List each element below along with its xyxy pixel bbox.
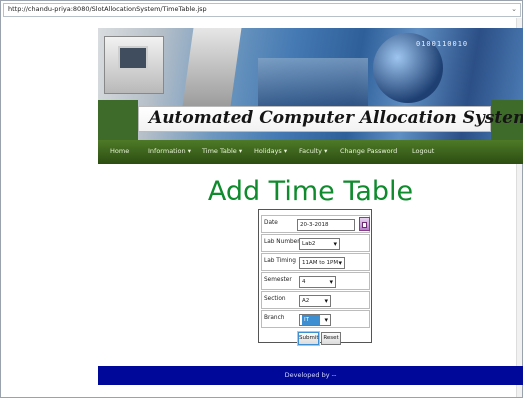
site-title: Automated Computer Allocation System bbox=[149, 108, 523, 128]
main-nav: Home Information ▾ Time Table ▾ Holidays… bbox=[98, 140, 523, 164]
grass-left-decoration bbox=[98, 100, 138, 140]
branch-value: IT bbox=[302, 315, 320, 325]
people-silhouette-image bbox=[258, 58, 368, 108]
footer-text: Developed by -- bbox=[284, 371, 337, 379]
lab-timing-value: 11AM to 1PM bbox=[302, 260, 339, 266]
semester-value: 4 bbox=[302, 279, 306, 285]
semester-select[interactable]: 4 ▾ bbox=[299, 276, 336, 288]
lab-number-value: Lab2 bbox=[302, 241, 316, 247]
site-banner: 0100110010 Automated Computer Allocation… bbox=[98, 28, 523, 140]
screen-image bbox=[118, 46, 148, 70]
branch-row: Branch IT ▾ bbox=[261, 310, 370, 328]
reset-button[interactable]: Reset bbox=[321, 332, 341, 345]
nav-information[interactable]: Information ▾ bbox=[148, 147, 191, 155]
branch-label: Branch bbox=[264, 315, 285, 321]
chevron-down-icon: ▾ bbox=[324, 297, 328, 305]
date-row: Date 20-3-2018 bbox=[261, 215, 370, 233]
site-title-strip: Automated Computer Allocation System bbox=[138, 106, 523, 132]
binary-text: 0100110010 bbox=[416, 40, 469, 48]
nav-change-password[interactable]: Change Password bbox=[340, 147, 397, 155]
nav-home[interactable]: Home bbox=[110, 147, 129, 155]
address-bar[interactable]: http://chandu-priya:8080/SlotAllocationS… bbox=[3, 3, 521, 17]
nav-logout[interactable]: Logout bbox=[412, 147, 434, 155]
lab-number-select[interactable]: Lab2 ▾ bbox=[299, 238, 340, 250]
lab-number-row: Lab Number Lab2 ▾ bbox=[261, 234, 370, 252]
chevron-down-icon: ▾ bbox=[329, 278, 333, 286]
section-value: A2 bbox=[302, 298, 310, 304]
site-footer: Developed by -- bbox=[98, 366, 523, 385]
address-url[interactable]: http://chandu-priya:8080/SlotAllocationS… bbox=[8, 5, 207, 13]
page-title: Add Time Table bbox=[207, 176, 414, 207]
chevron-down-icon: ▾ bbox=[333, 240, 337, 248]
submit-button[interactable]: Submit bbox=[298, 332, 319, 345]
nav-holidays[interactable]: Holidays ▾ bbox=[254, 147, 287, 155]
address-dropdown-icon[interactable]: ⌄ bbox=[511, 5, 517, 13]
lab-timing-select[interactable]: 11AM to 1PM ▾ bbox=[299, 257, 345, 269]
section-label: Section bbox=[264, 296, 286, 302]
actions-row: Submit Reset bbox=[261, 329, 370, 347]
lab-timing-label: Lab Timing bbox=[264, 258, 296, 264]
date-label: Date bbox=[264, 220, 278, 226]
circuit-image bbox=[182, 28, 242, 106]
lab-number-label: Lab Number bbox=[264, 239, 300, 245]
nav-faculty[interactable]: Faculty ▾ bbox=[299, 147, 327, 155]
chevron-down-icon: ▾ bbox=[338, 259, 342, 267]
section-select[interactable]: A2 ▾ bbox=[299, 295, 331, 307]
browser-window: http://chandu-priya:8080/SlotAllocationS… bbox=[0, 0, 523, 398]
branch-select[interactable]: IT ▾ bbox=[299, 314, 331, 326]
semester-label: Semester bbox=[264, 277, 292, 283]
add-time-table-form: Date 20-3-2018 Lab Number Lab2 ▾ Lab Tim… bbox=[258, 209, 372, 345]
section-row: Section A2 ▾ bbox=[261, 291, 370, 309]
date-input[interactable]: 20-3-2018 bbox=[297, 219, 355, 231]
semester-row: Semester 4 ▾ bbox=[261, 272, 370, 290]
nav-time-table[interactable]: Time Table ▾ bbox=[202, 147, 242, 155]
lab-timing-row: Lab Timing 11AM to 1PM ▾ bbox=[261, 253, 370, 271]
chevron-down-icon: ▾ bbox=[324, 316, 328, 324]
calendar-icon[interactable] bbox=[359, 217, 370, 231]
